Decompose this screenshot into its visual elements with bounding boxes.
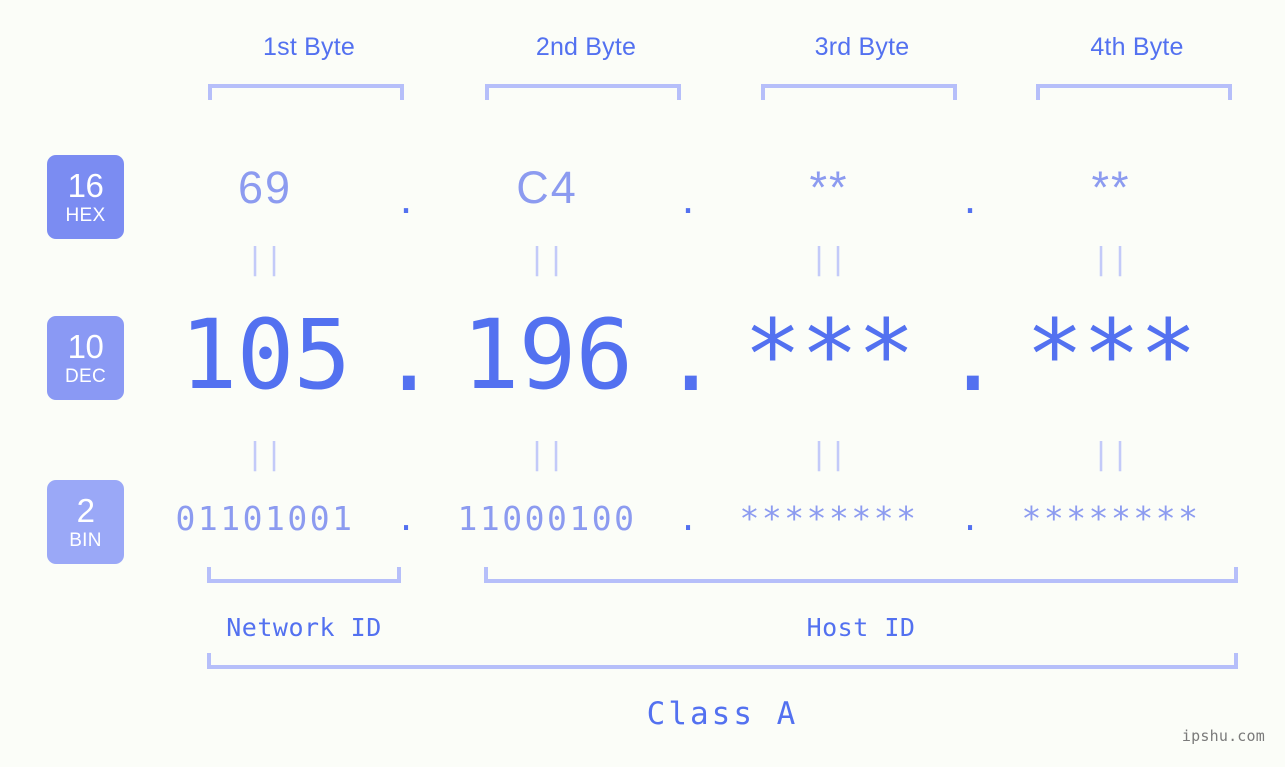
host-id-label: Host ID [806,613,916,642]
dec-separator-3: . [944,301,1002,413]
equals-glyph-6-icon: || [527,437,567,472]
equals-separator-row-dec-bin: || || || || [150,438,1285,472]
hex-byte-4: ** [1091,162,1131,213]
hex-separator-2: . [681,172,695,223]
class-label: Class A [646,696,799,732]
bin-separator-2: . [678,498,698,538]
site-watermark: ipshu.com [1181,727,1265,745]
dec-separator-1: . [380,301,438,413]
bin-byte-4: ******** [1021,498,1201,538]
base-badge-dec: 10 DEC [47,316,124,400]
base-badge-hex: 16 HEX [47,155,124,239]
equals-glyph-7-icon: || [809,437,849,472]
hex-byte-1: 69 [237,162,293,213]
class-bracket-icon [207,653,1238,669]
equals-glyph-8-icon: || [1091,437,1131,472]
equals-glyph-1-icon: || [245,242,285,277]
byte-header-3: 3rd Byte [814,33,910,61]
bin-byte-1: 01101001 [175,498,355,538]
ip-byte-breakdown-diagram: 1st Byte 2nd Byte 3rd Byte 4th Byte 16 H… [0,0,1285,767]
base-badge-bin: 2 BIN [47,480,124,564]
byte-header-1: 1st Byte [263,33,355,61]
bin-separator-3: . [960,498,980,538]
byte-bracket-1-icon [208,84,404,100]
byte-bracket-3-icon [761,84,957,100]
equals-separator-row-hex-dec: || || || || [150,243,1285,277]
bin-byte-3: ******** [739,498,919,538]
hex-byte-2: C4 [516,162,578,213]
base-badge-bin-name: BIN [69,530,102,551]
dec-separator-2: . [662,301,720,413]
network-id-label: Network ID [226,613,382,642]
dec-byte-1: 105 [179,299,351,411]
equals-glyph-4-icon: || [1091,242,1131,277]
hex-separator-3: . [963,172,977,223]
bin-byte-2: 11000100 [457,498,637,538]
hex-byte-3: ** [809,162,849,213]
host-id-bracket-icon [484,567,1238,583]
dec-byte-4: *** [1025,299,1197,411]
base-badge-hex-name: HEX [65,205,106,226]
base-badge-dec-number: 10 [67,328,104,365]
network-id-bracket-icon [207,567,401,583]
hex-separator-1: . [399,172,413,223]
base-badge-dec-name: DEC [64,366,106,387]
equals-glyph-3-icon: || [809,242,849,277]
byte-header-2: 2nd Byte [535,33,637,61]
byte-bracket-2-icon [485,84,681,100]
bin-value-row: 01101001 . 11000100 . ******** . *******… [150,490,1285,546]
bin-separator-1: . [396,498,416,538]
byte-header-4: 4th Byte [1090,33,1184,61]
base-badge-hex-number: 16 [67,167,104,204]
hex-value-row: 69 . C4 . ** . ** [150,150,1285,226]
equals-glyph-2-icon: || [527,242,567,277]
equals-glyph-5-icon: || [245,437,285,472]
byte-bracket-4-icon [1036,84,1232,100]
dec-value-row: 105 . 196 . *** . *** [150,290,1285,420]
dec-byte-3: *** [743,299,915,411]
base-badge-bin-number: 2 [76,492,95,529]
dec-byte-2: 196 [461,299,633,411]
